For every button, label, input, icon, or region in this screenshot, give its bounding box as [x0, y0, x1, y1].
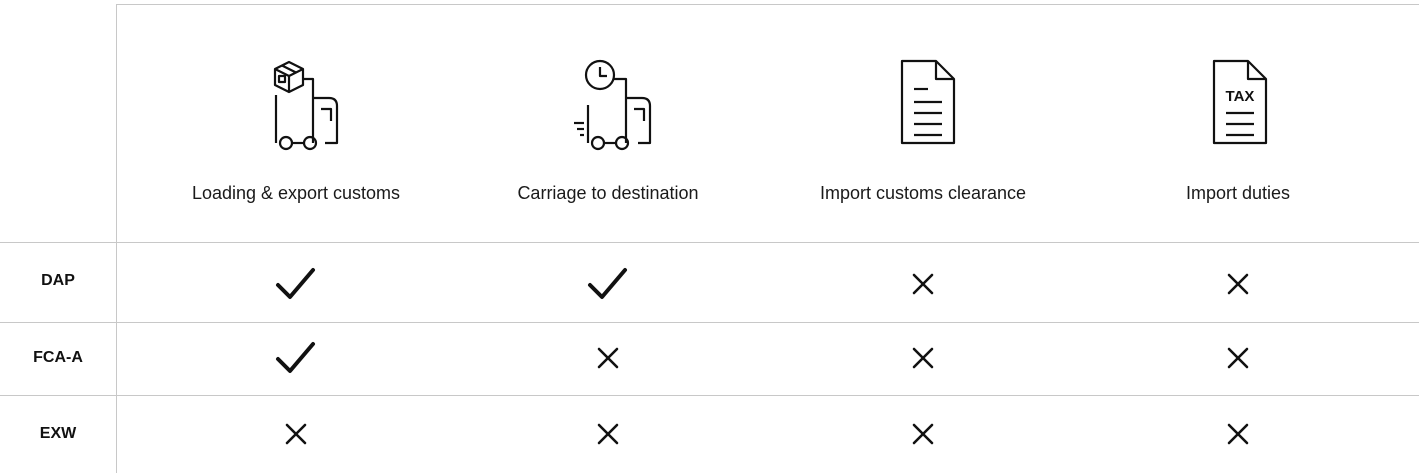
check-icon: [266, 333, 326, 383]
cross-icon: [1208, 409, 1268, 459]
column-label-import-duties: Import duties: [1185, 183, 1291, 203]
row-header-divider: [116, 4, 117, 473]
row-label-fca-a: FCA-A: [33, 349, 83, 366]
tax-document-icon: TAX: [1160, 55, 1320, 165]
tax-icon-text: TAX: [1226, 88, 1255, 105]
cross-icon: [578, 333, 638, 383]
cross-icon: [893, 409, 953, 459]
row-divider-header: [0, 242, 1419, 243]
row-divider-dap: [0, 322, 1419, 323]
cross-icon: [893, 333, 953, 383]
column-label-carriage: Carriage to destination: [517, 183, 699, 203]
truck-with-package-icon: [215, 55, 375, 165]
check-icon: [266, 259, 326, 309]
column-label-import-clearance: Import customs clearance: [819, 183, 1027, 203]
cross-icon: [266, 409, 326, 459]
check-icon: [578, 259, 638, 309]
column-label-loading: Loading & export customs: [191, 183, 401, 203]
row-label-exw: EXW: [39, 425, 77, 442]
cross-icon: [1208, 259, 1268, 309]
cross-icon: [893, 259, 953, 309]
row-divider-fca-a: [0, 395, 1419, 396]
truck-with-clock-icon: [530, 55, 690, 165]
table-top-border: [116, 4, 1419, 5]
document-icon: [848, 55, 1008, 165]
row-label-dap: DAP: [41, 272, 75, 289]
cross-icon: [1208, 333, 1268, 383]
cross-icon: [578, 409, 638, 459]
